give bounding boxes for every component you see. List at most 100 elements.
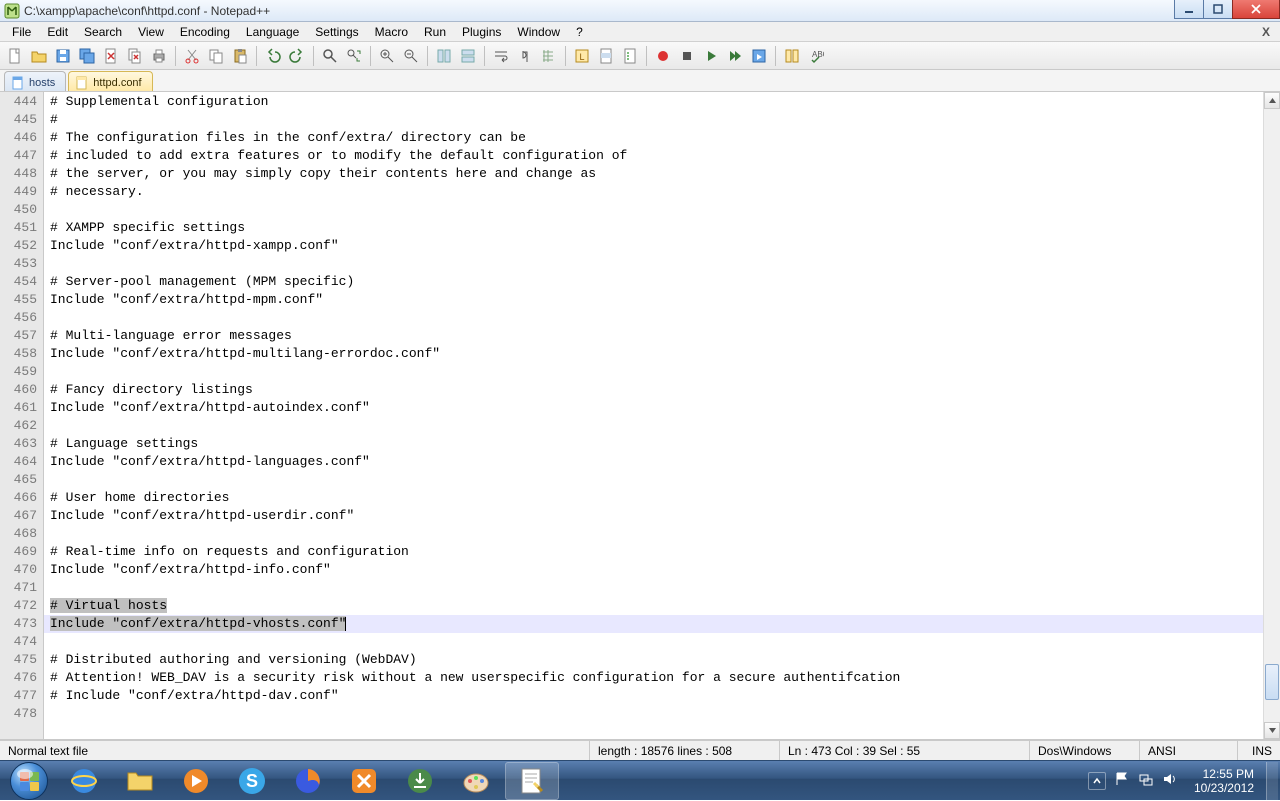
code-line[interactable]: Include "conf/extra/httpd-multilang-erro… — [44, 345, 1263, 363]
code-line[interactable] — [44, 633, 1263, 651]
code-line[interactable]: # necessary. — [44, 183, 1263, 201]
code-line[interactable] — [44, 309, 1263, 327]
code-line[interactable]: Include "conf/extra/httpd-autoindex.conf… — [44, 399, 1263, 417]
find-button[interactable] — [319, 45, 341, 67]
macro-play-multi-button[interactable] — [724, 45, 746, 67]
code-line[interactable]: Include "conf/extra/httpd-userdir.conf" — [44, 507, 1263, 525]
document-close-button[interactable]: X — [1256, 25, 1276, 39]
code-line[interactable] — [44, 705, 1263, 723]
taskbar-ie[interactable] — [57, 762, 111, 800]
vertical-scrollbar[interactable] — [1263, 92, 1280, 739]
close-file-button[interactable] — [100, 45, 122, 67]
menu-search[interactable]: Search — [76, 23, 130, 41]
code-line[interactable]: Include "conf/extra/httpd-vhosts.conf" — [44, 615, 1263, 633]
close-all-button[interactable] — [124, 45, 146, 67]
show-all-chars-button[interactable] — [514, 45, 536, 67]
code-line[interactable] — [44, 363, 1263, 381]
menu-plugins[interactable]: Plugins — [454, 23, 509, 41]
doc-map-button[interactable] — [595, 45, 617, 67]
tray-overflow-button[interactable] — [1088, 772, 1106, 790]
save-all-button[interactable] — [76, 45, 98, 67]
menu-view[interactable]: View — [130, 23, 172, 41]
code-line[interactable] — [44, 471, 1263, 489]
redo-button[interactable] — [286, 45, 308, 67]
zoom-out-button[interactable] — [400, 45, 422, 67]
scroll-down-button[interactable] — [1264, 722, 1280, 739]
tab-hosts[interactable]: hosts — [4, 71, 66, 91]
paste-button[interactable] — [229, 45, 251, 67]
macro-save-button[interactable] — [748, 45, 770, 67]
taskbar-firefox[interactable] — [281, 762, 335, 800]
scroll-up-button[interactable] — [1264, 92, 1280, 109]
tab-httpd-conf[interactable]: httpd.conf — [68, 71, 152, 91]
menu-run[interactable]: Run — [416, 23, 454, 41]
macro-play-button[interactable] — [700, 45, 722, 67]
undo-button[interactable] — [262, 45, 284, 67]
code-line[interactable]: # Distributed authoring and versioning (… — [44, 651, 1263, 669]
copy-button[interactable] — [205, 45, 227, 67]
code-line[interactable]: Include "conf/extra/httpd-info.conf" — [44, 561, 1263, 579]
menu-encoding[interactable]: Encoding — [172, 23, 238, 41]
word-wrap-button[interactable] — [490, 45, 512, 67]
code-line[interactable]: Include "conf/extra/httpd-mpm.conf" — [44, 291, 1263, 309]
code-line[interactable]: # Supplemental configuration — [44, 93, 1263, 111]
start-button[interactable] — [2, 761, 56, 801]
tray-network-icon[interactable] — [1138, 771, 1154, 790]
code-line[interactable]: # The configuration files in the conf/ex… — [44, 129, 1263, 147]
menu-window[interactable]: Window — [509, 23, 568, 41]
menu-edit[interactable]: Edit — [39, 23, 76, 41]
new-file-button[interactable] — [4, 45, 26, 67]
code-line[interactable]: # Include "conf/extra/httpd-dav.conf" — [44, 687, 1263, 705]
window-minimize-button[interactable] — [1174, 0, 1204, 19]
code-line[interactable]: # — [44, 111, 1263, 129]
indent-guide-button[interactable] — [538, 45, 560, 67]
code-line[interactable]: # included to add extra features or to m… — [44, 147, 1263, 165]
code-line[interactable]: # Attention! WEB_DAV is a security risk … — [44, 669, 1263, 687]
code-line[interactable] — [44, 579, 1263, 597]
tray-clock[interactable]: 12:55 PM 10/23/2012 — [1186, 767, 1262, 795]
taskbar-skype[interactable]: S — [225, 762, 279, 800]
code-line[interactable]: # Virtual hosts — [44, 597, 1263, 615]
save-button[interactable] — [52, 45, 74, 67]
print-button[interactable] — [148, 45, 170, 67]
sync-hscroll-button[interactable] — [457, 45, 479, 67]
show-desktop-button[interactable] — [1266, 762, 1278, 800]
menu-file[interactable]: File — [4, 23, 39, 41]
taskbar-paint[interactable] — [449, 762, 503, 800]
menu-language[interactable]: Language — [238, 23, 307, 41]
code-line[interactable] — [44, 417, 1263, 435]
code-line[interactable]: # User home directories — [44, 489, 1263, 507]
open-file-button[interactable] — [28, 45, 50, 67]
zoom-in-button[interactable] — [376, 45, 398, 67]
code-line[interactable]: # Server-pool management (MPM specific) — [44, 273, 1263, 291]
code-content[interactable]: # Supplemental configuration## The confi… — [44, 92, 1263, 739]
code-line[interactable]: Include "conf/extra/httpd-languages.conf… — [44, 453, 1263, 471]
scrollbar-thumb[interactable] — [1265, 664, 1279, 700]
menu-help[interactable]: ? — [568, 23, 591, 41]
code-line[interactable] — [44, 201, 1263, 219]
code-line[interactable]: # Fancy directory listings — [44, 381, 1263, 399]
cut-button[interactable] — [181, 45, 203, 67]
function-list-button[interactable] — [619, 45, 641, 67]
compare-button[interactable] — [781, 45, 803, 67]
code-line[interactable] — [44, 255, 1263, 273]
editor-area[interactable]: 4444454464474484494504514524534544554564… — [0, 92, 1280, 740]
code-line[interactable]: # Multi-language error messages — [44, 327, 1263, 345]
code-line[interactable]: # XAMPP specific settings — [44, 219, 1263, 237]
sync-vscroll-button[interactable] — [433, 45, 455, 67]
macro-record-button[interactable] — [652, 45, 674, 67]
scrollbar-track[interactable] — [1264, 109, 1280, 722]
tray-flag-icon[interactable] — [1114, 771, 1130, 790]
taskbar-explorer[interactable] — [113, 762, 167, 800]
tray-volume-icon[interactable] — [1162, 771, 1178, 790]
window-close-button[interactable] — [1232, 0, 1280, 19]
taskbar-xampp[interactable] — [337, 762, 391, 800]
code-line[interactable]: Include "conf/extra/httpd-xampp.conf" — [44, 237, 1263, 255]
menu-macro[interactable]: Macro — [367, 23, 416, 41]
spellcheck-button[interactable]: ABC — [805, 45, 827, 67]
user-lang-button[interactable]: L — [571, 45, 593, 67]
window-maximize-button[interactable] — [1203, 0, 1233, 19]
taskbar-notepadpp[interactable] — [505, 762, 559, 800]
macro-stop-button[interactable] — [676, 45, 698, 67]
taskbar-wmp[interactable] — [169, 762, 223, 800]
